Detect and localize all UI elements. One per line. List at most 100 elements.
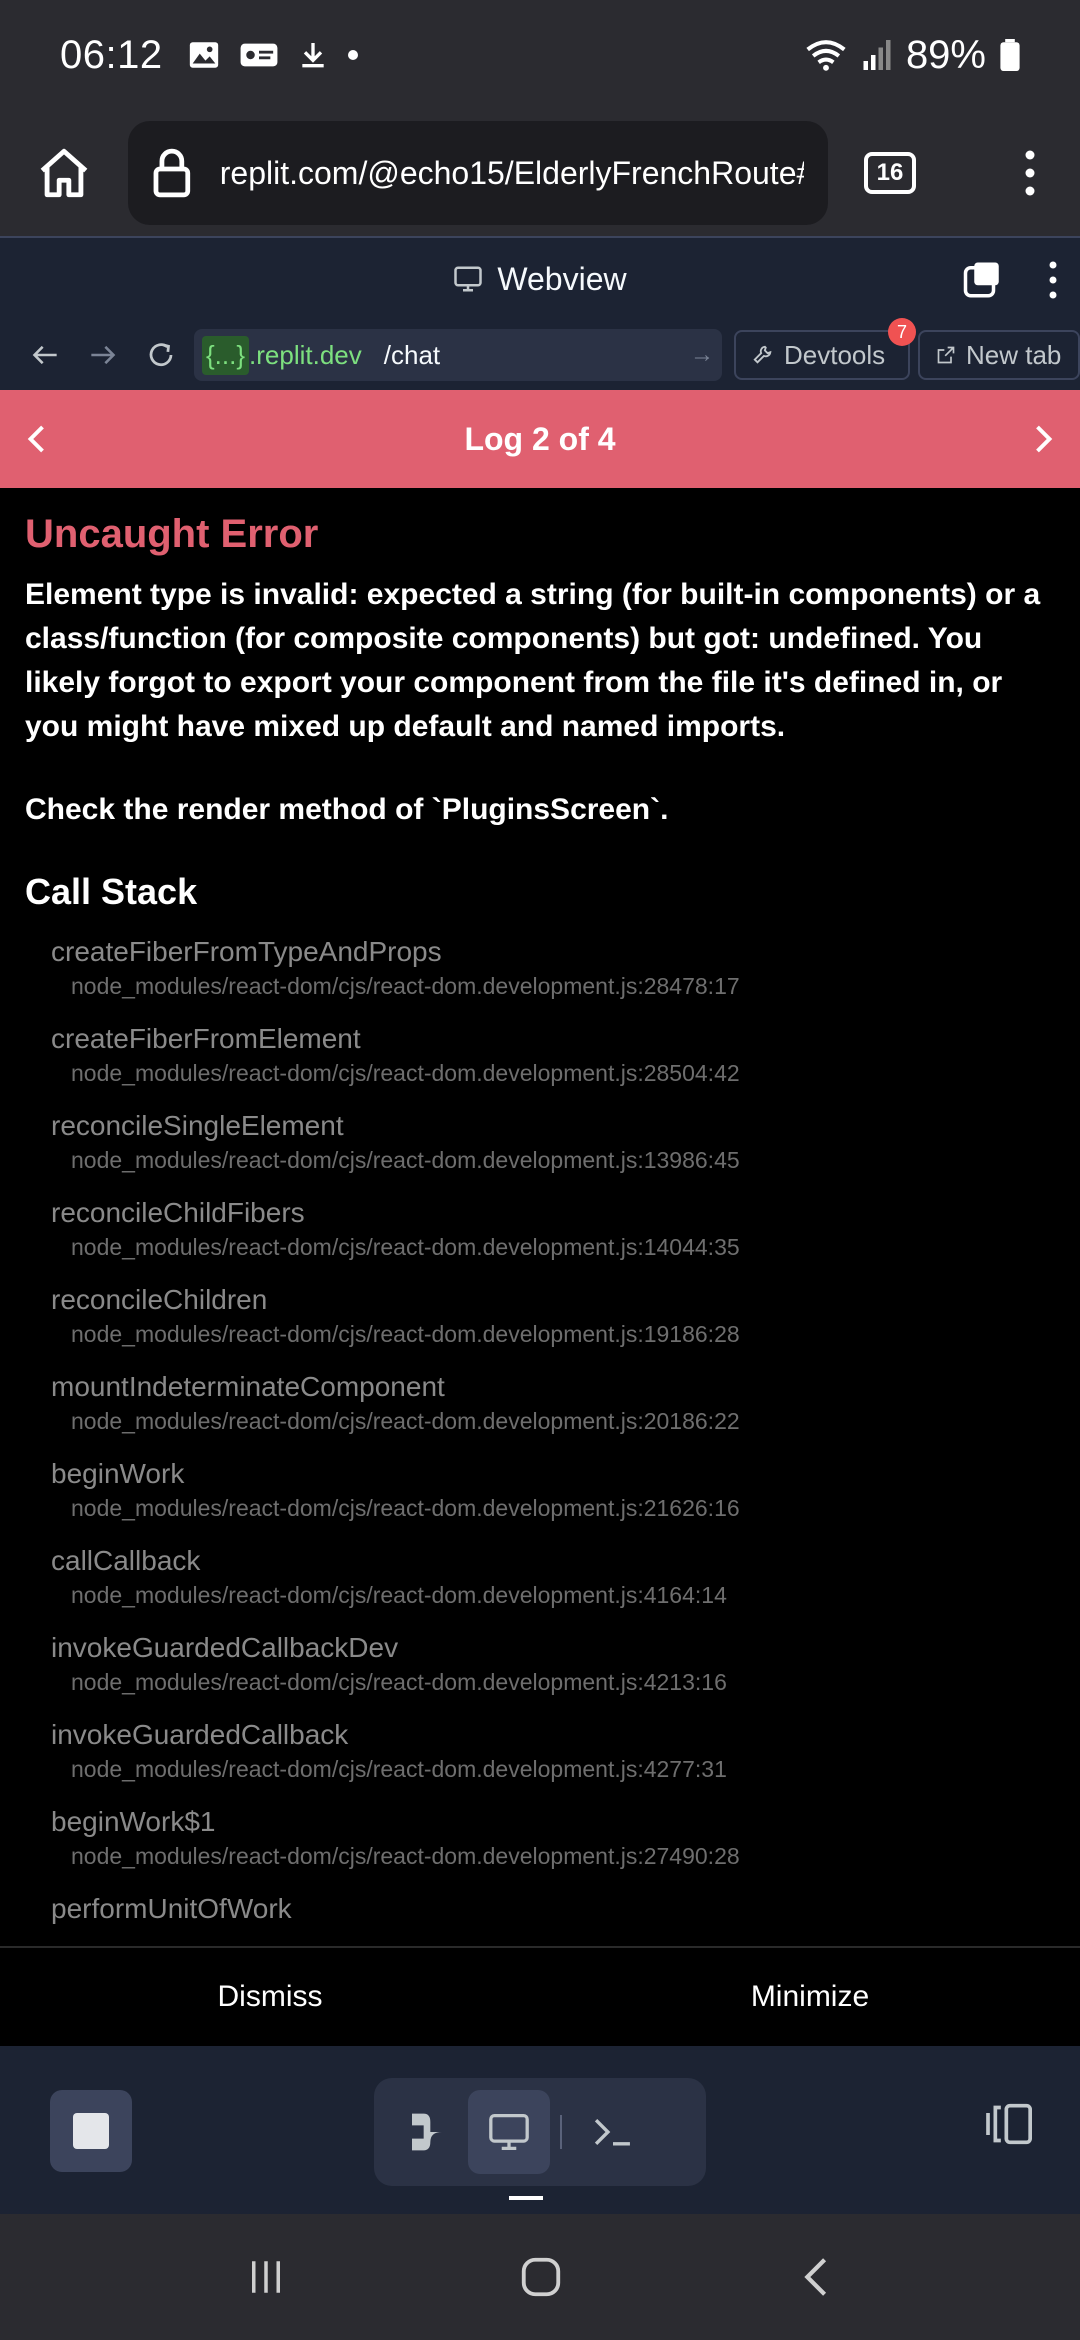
devtools-label: Devtools <box>784 339 886 370</box>
frame-function: invokeGuardedCallbackDev <box>51 1632 399 1663</box>
home-icon <box>40 148 88 198</box>
home-button[interactable] <box>0 110 128 236</box>
devtools-badge: 7 <box>888 318 916 346</box>
stack-frame[interactable]: reconcileSingleElement node_modules/react… <box>51 1109 1055 1196</box>
stack-frame[interactable]: beginWork node_modules/react-dom/cjs/reac… <box>51 1457 1055 1544</box>
frame-function: performUnitOfWork <box>51 1893 292 1924</box>
wifi-icon <box>806 40 846 71</box>
frame-function: beginWork <box>51 1458 185 1489</box>
download-icon <box>301 43 324 68</box>
frame-location: node_modules/react-dom/cjs/react-dom.dev… <box>71 1408 740 1434</box>
log-counter: Log 2 of 4 <box>464 420 616 457</box>
host-domain: .replit.dev <box>249 339 362 370</box>
reload-icon <box>149 343 173 367</box>
agent-tab[interactable] <box>386 2090 468 2174</box>
frame-function: reconcileSingleElement <box>51 1110 344 1141</box>
stack-frame[interactable]: createFiberFromElement node_modules/react… <box>51 1022 1055 1109</box>
forward-button[interactable] <box>74 320 132 390</box>
frame-function: reconcileChildren <box>51 1284 268 1315</box>
reload-button[interactable] <box>132 320 190 390</box>
status-bar: 06:12 89% <box>0 0 1080 110</box>
image-notification-icon <box>189 42 218 68</box>
wrench-icon <box>753 345 772 364</box>
call-stack-title: Call Stack <box>25 871 198 912</box>
frame-location: node_modules/react-dom/cjs/react-dom.dev… <box>71 1234 740 1260</box>
divider <box>560 2115 562 2149</box>
frame-location: node_modules/react-dom/cjs/react-dom.dev… <box>71 973 740 999</box>
go-arrow-icon[interactable]: → <box>690 341 714 369</box>
next-log-button[interactable] <box>1024 390 1060 488</box>
stop-button[interactable] <box>50 2090 132 2172</box>
stack-frame[interactable]: reconcileChildFibers node_modules/react-d… <box>51 1196 1055 1283</box>
terminal-icon <box>594 2118 630 2146</box>
id-card-notification-icon <box>240 43 278 67</box>
frame-location: node_modules/react-dom/cjs/react-dom.dev… <box>71 1669 727 1695</box>
stack-frame[interactable]: mountIndeterminateComponent node_modules/… <box>51 1370 1055 1457</box>
frame-function: createFiberFromElement <box>51 1023 361 1054</box>
stack-frame[interactable]: reconcileChildren node_modules/react-dom/… <box>51 1283 1055 1370</box>
frame-function: callCallback <box>51 1545 201 1576</box>
new-tab-label: New tab <box>966 339 1062 370</box>
address-path: /chat <box>383 339 441 370</box>
stack-frame[interactable]: invokeGuardedCallbackDev node_modules/rea… <box>51 1631 1055 1718</box>
tab-switcher-button[interactable]: 16 <box>864 152 916 194</box>
kebab-menu-icon <box>1025 150 1035 196</box>
webview-address-input[interactable]: {...} .replit.dev /chat → <box>194 329 722 381</box>
external-link-icon <box>937 346 955 364</box>
recent-apps-icon[interactable] <box>245 2255 287 2299</box>
error-message: Element type is invalid: expected a stri… <box>25 578 1041 743</box>
frame-location: node_modules/react-dom/cjs/react-dom.dev… <box>71 1756 727 1782</box>
forward-arrow-icon <box>91 345 116 365</box>
panel-toggle-button[interactable] <box>984 2102 1036 2151</box>
notification-icons <box>187 38 359 72</box>
frame-location: node_modules/react-dom/cjs/react-dom.dev… <box>71 1495 740 1521</box>
browser-toolbar: replit.com/@echo15/ElderlyFrenchRoute#R … <box>0 110 1080 236</box>
frame-function: beginWork$1 <box>51 1806 216 1837</box>
webview-menu-icon[interactable] <box>1048 260 1058 300</box>
error-hint: Check the render method of `PluginsScree… <box>25 793 669 826</box>
drag-handle[interactable] <box>509 2196 543 2200</box>
devtools-button[interactable]: Devtools 7 <box>734 318 916 380</box>
webview-title: Webview <box>497 260 627 297</box>
chevron-left-icon <box>27 425 44 453</box>
frame-location: node_modules/react-dom/cjs/react-dom.dev… <box>71 1582 727 1608</box>
stack-frame[interactable]: callCallback node_modules/react-dom/cjs/r… <box>51 1544 1055 1631</box>
replit-bottom-toolbar <box>0 2046 1080 2214</box>
webview-header: Webview <box>0 236 1080 320</box>
stack-frame[interactable]: performUnitOfWork <box>51 1892 1055 1946</box>
webview-tab[interactable] <box>468 2090 550 2174</box>
new-tab-button[interactable]: New tab <box>918 330 1080 380</box>
frame-location: node_modules/react-dom/cjs/react-dom.dev… <box>71 1147 740 1173</box>
back-arrow-icon <box>32 345 57 365</box>
url-bar[interactable]: replit.com/@echo15/ElderlyFrenchRoute#R <box>128 121 828 225</box>
host-token: {...} <box>202 335 250 375</box>
frame-function: invokeGuardedCallback <box>51 1719 349 1750</box>
error-title: Uncaught Error <box>25 512 319 556</box>
frame-location: node_modules/react-dom/cjs/react-dom.dev… <box>71 1321 740 1347</box>
stack-frame[interactable]: invokeGuardedCallback node_modules/react-… <box>51 1718 1055 1805</box>
stack-frame[interactable]: createFiberFromTypeAndProps node_modules/… <box>51 935 1055 1022</box>
view-switcher <box>374 2078 706 2186</box>
back-nav-icon[interactable] <box>795 2254 835 2300</box>
signal-icon <box>863 40 891 70</box>
log-header: Log 2 of 4 <box>0 390 1080 488</box>
error-content[interactable]: Uncaught Error Element type is invalid: … <box>0 488 1080 1946</box>
stack-frame[interactable]: beginWork$1 node_modules/react-dom/cjs/re… <box>51 1805 1055 1892</box>
call-stack-list: createFiberFromTypeAndProps node_modules/… <box>25 935 1055 1946</box>
minimize-button[interactable]: Minimize <box>540 1948 1080 2046</box>
url-text: replit.com/@echo15/ElderlyFrenchRoute#R <box>219 154 804 191</box>
battery-percent: 89% <box>905 32 986 77</box>
monitor-icon <box>454 266 483 292</box>
previous-log-button[interactable] <box>20 390 56 488</box>
shell-tab[interactable] <box>572 2090 654 2174</box>
home-nav-icon[interactable] <box>518 2254 564 2300</box>
frame-function: mountIndeterminateComponent <box>51 1371 445 1402</box>
browser-menu-button[interactable] <box>980 110 1080 236</box>
agent-icon <box>412 2113 442 2151</box>
system-nav-bar <box>0 2214 1080 2340</box>
back-button[interactable] <box>16 320 74 390</box>
chevron-right-icon <box>1036 425 1053 453</box>
frame-location: node_modules/react-dom/cjs/react-dom.dev… <box>71 1843 740 1869</box>
dismiss-button[interactable]: Dismiss <box>0 1948 540 2046</box>
layers-icon[interactable] <box>962 260 1004 300</box>
